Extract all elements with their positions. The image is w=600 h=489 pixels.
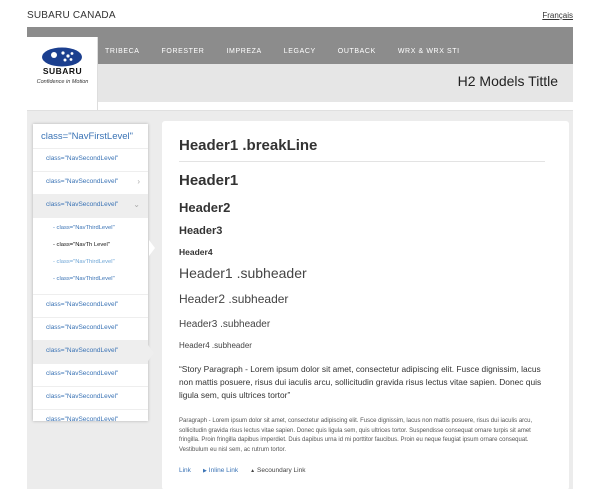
header4: Header4	[179, 247, 213, 257]
side-navigation: class="NavFirstLevel" class="NavSecondLe…	[33, 124, 155, 423]
subaru-logo[interactable]: SUBARU Confidence in Motion	[27, 37, 98, 117]
nav-second-level-item[interactable]: class="NavSecondLevel" ›	[33, 171, 148, 194]
inline-link[interactable]: ▶ Inline Link	[203, 467, 238, 474]
body-paragraph: Paragraph - Lorem ipsum dolor sit amet, …	[179, 418, 533, 453]
nav-second-level-item[interactable]: class="NavSecondLevel"	[33, 363, 148, 386]
header2: Header2	[179, 200, 231, 215]
content-panel: Header1 .breakLine Header1 Header2 Heade…	[162, 121, 569, 489]
language-link[interactable]: Français	[542, 11, 573, 20]
nav-second-level-item[interactable]: class="NavSecondLevel"	[33, 386, 148, 409]
header2-subheader: Header2 .subheader	[179, 292, 289, 306]
model-outback[interactable]: OUTBACK	[338, 48, 376, 60]
nav-item-label: class="NavSecondLevel"	[46, 324, 119, 331]
secondary-link-label: Secoundary Link	[257, 467, 306, 474]
top-bar: SUBARU CANADA Français	[27, 10, 573, 24]
nav-item-label: class="NavSecondLevel"	[46, 301, 119, 308]
nav-item-label: class="NavSecondLevel"	[46, 347, 119, 354]
header3: Header3	[179, 225, 223, 237]
nav-second-level-item-active[interactable]: class="NavSecondLevel"	[33, 340, 154, 363]
chevron-down-icon: ⌄	[133, 200, 140, 209]
header1: Header1	[179, 172, 239, 189]
nav-item-label: class="NavSecondLevel"	[46, 201, 119, 208]
brand-name: SUBARU CANADA	[27, 10, 116, 21]
nav-second-level-item[interactable]: class="NavSecondLevel"	[33, 317, 148, 340]
nav-third-level-item[interactable]: - class="NavThirdLevel"	[33, 273, 148, 290]
site-header: TRIBECA FORESTER IMPREZA LEGACY OUTBACK …	[27, 27, 573, 117]
nav-second-level-item[interactable]: class="NavSecondLevel"	[33, 294, 148, 317]
header4-subheader: Header4 .subheader	[179, 341, 252, 350]
nav-third-level-list: - class="NavThirdLevel" - class="NavTh L…	[33, 217, 155, 294]
nav-second-level-item[interactable]: class="NavSecondLevel"	[33, 409, 148, 432]
secondary-link[interactable]: ▲ Secoundary Link	[250, 467, 305, 474]
nav-item-label: class="NavSecondLevel"	[46, 393, 119, 400]
logo-wordmark: SUBARU	[42, 66, 83, 76]
nav-second-level-item-expanded[interactable]: class="NavSecondLevel" ⌄	[33, 194, 148, 217]
model-navbar: TRIBECA FORESTER IMPREZA LEGACY OUTBACK …	[27, 27, 573, 64]
story-paragraph: “Story Paragraph - Lorem ipsum dolor sit…	[179, 364, 542, 400]
logo-tagline: Confidence in Motion	[36, 79, 89, 85]
nav-item-label: class="NavSecondLevel"	[46, 370, 119, 377]
arrow-right-icon: ▶	[202, 468, 207, 474]
arrow-up-icon: ▲	[250, 468, 256, 474]
header1-breakline: Header1 .breakLine	[179, 137, 318, 154]
model-impreza[interactable]: IMPREZA	[226, 48, 261, 60]
nav-item-label: class="NavSecondLevel"	[46, 416, 119, 423]
inline-link-label: Inline Link	[208, 467, 239, 474]
page-title: H2 Models Tittle	[457, 73, 558, 89]
nav-third-level-item-hover[interactable]: - class="NavThirdLevel"	[33, 256, 148, 273]
link-examples: Link ▶ Inline Link ▲ Secoundary Link	[179, 467, 317, 474]
main-stage: class="NavFirstLevel" class="NavSecondLe…	[27, 110, 573, 489]
model-wrx[interactable]: WRX & WRX STI	[398, 48, 460, 60]
model-menu: TRIBECA FORESTER IMPREZA LEGACY OUTBACK …	[105, 48, 482, 60]
nav-third-level-item-active[interactable]: - class="NavTh Level"	[33, 239, 155, 256]
model-forester[interactable]: FORESTER	[162, 48, 205, 60]
divider	[179, 161, 545, 162]
nav-item-label: class="NavSecondLevel"	[46, 178, 119, 185]
nav-item-label: class="NavSecondLevel"	[46, 155, 119, 162]
model-legacy[interactable]: LEGACY	[284, 48, 316, 60]
nav-first-level[interactable]: class="NavFirstLevel"	[33, 124, 148, 148]
nav-second-level-item[interactable]: class="NavSecondLevel"	[33, 148, 148, 171]
header1-subheader: Header1 .subheader	[179, 265, 307, 281]
model-tribeca[interactable]: TRIBECA	[105, 48, 140, 60]
nav-third-level-item[interactable]: - class="NavThirdLevel"	[33, 222, 148, 239]
link[interactable]: Link	[179, 467, 191, 474]
header3-subheader: Header3 .subheader	[179, 319, 271, 330]
chevron-right-icon: ›	[137, 177, 140, 186]
pleiades-logo-icon	[42, 47, 82, 67]
